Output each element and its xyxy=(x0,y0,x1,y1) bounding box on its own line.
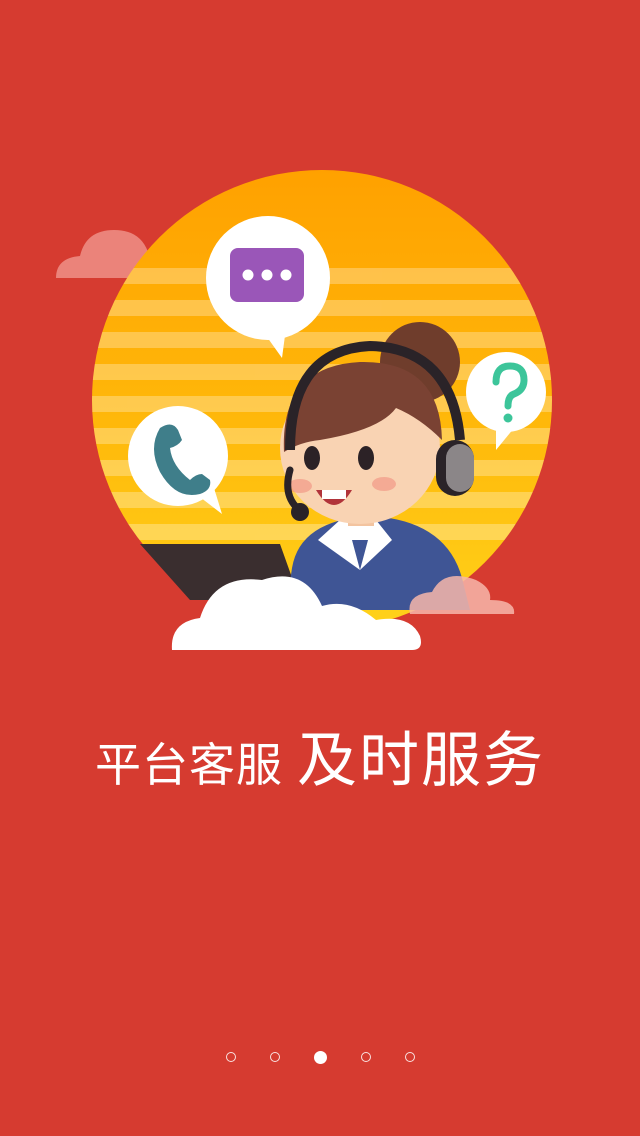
headline-main: 及时服务 xyxy=(297,726,545,796)
page-dot-1[interactable] xyxy=(225,1052,236,1062)
customer-service-illustration xyxy=(56,170,552,650)
headline-sub: 平台客服 xyxy=(95,738,283,792)
page-dot-5[interactable] xyxy=(404,1052,415,1062)
page-dot-4[interactable] xyxy=(360,1052,371,1062)
page-indicator xyxy=(0,1047,640,1067)
page-dot-2[interactable] xyxy=(269,1052,280,1062)
page-dot-3-active[interactable] xyxy=(313,1050,327,1064)
onboarding-screen: 平台客服 及时服务 xyxy=(0,0,640,1136)
onboarding-headline: 平台客服 及时服务 xyxy=(0,712,640,799)
